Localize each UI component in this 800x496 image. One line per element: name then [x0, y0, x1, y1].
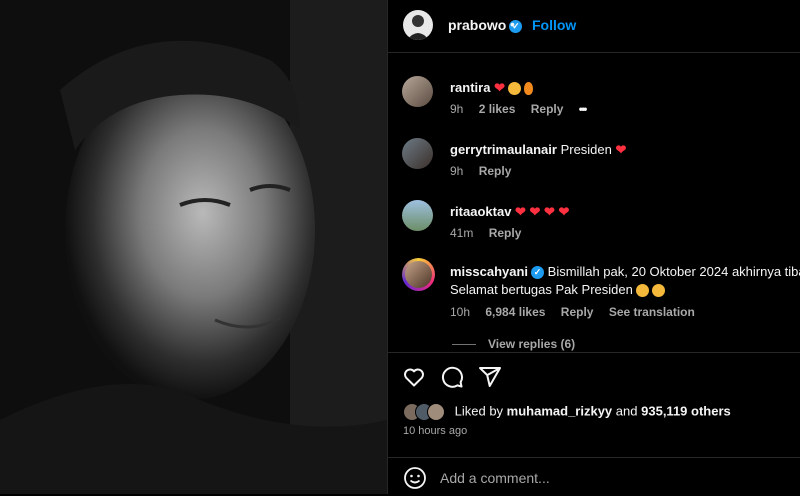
commenter-username[interactable]: misscahyani [450, 264, 528, 279]
reply-button[interactable]: Reply [531, 102, 564, 116]
commenter-avatar[interactable] [402, 200, 433, 231]
post-time: 10 hours ago [403, 425, 468, 437]
liked-by-label: Liked by [454, 403, 504, 419]
commenter-avatar[interactable] [402, 258, 435, 291]
comment-time: 9h [450, 102, 464, 116]
comment-time: 10h [450, 305, 471, 319]
smile-emoji [635, 284, 649, 298]
reply-button[interactable]: Reply [489, 226, 522, 240]
share-icon[interactable] [478, 365, 502, 389]
reply-button[interactable]: Reply [561, 305, 594, 319]
follow-button[interactable]: Follow [532, 17, 576, 33]
commenter-avatar[interactable] [402, 138, 433, 169]
commenter-username[interactable]: rantira [450, 80, 490, 95]
separator-dot: • [510, 16, 515, 32]
emoji-icon[interactable] [403, 466, 427, 490]
post-header: prabowo ✓ • Follow [388, 0, 800, 53]
more-options-icon[interactable]: ••• [579, 102, 587, 116]
author-avatar[interactable] [403, 10, 433, 40]
post-actions: Liked by muhamad_rizkyy and 935,119 othe… [388, 352, 800, 495]
heart-emoji: ❤ [494, 80, 505, 95]
smile-emoji [508, 82, 521, 96]
view-replies-button[interactable]: View replies (6) [452, 337, 575, 351]
comment-meta: 9h Reply [450, 164, 523, 178]
comment-body: ritaaoktav ❤ ❤ ❤ ❤ [450, 204, 569, 220]
replies-line [452, 344, 476, 346]
heart-emoji: ❤ ❤ ❤ ❤ [515, 204, 570, 219]
comment-likes[interactable]: 6,984 likes [485, 305, 545, 319]
heart-emoji: ❤ [615, 142, 627, 157]
liked-by-user[interactable]: muhamad_rizkyy [507, 403, 613, 418]
comment-body: gerrytrimaulanair Presiden ❤ [450, 142, 626, 158]
commenter-avatar[interactable] [402, 76, 433, 107]
reply-button[interactable]: Reply [479, 164, 512, 178]
comment-icon[interactable] [440, 365, 464, 389]
liked-others[interactable]: 935,119 others [641, 403, 731, 418]
comment-text: Presiden [560, 142, 612, 157]
verified-icon: ✓ [531, 266, 545, 280]
view-replies-label: View replies (6) [488, 337, 576, 351]
add-comment-input[interactable]: Add a comment... [440, 470, 550, 486]
commenter-username[interactable]: gerrytrimaulanair [450, 142, 557, 157]
fire-emoji [524, 82, 533, 96]
comment-body: misscahyani ✓ Bismillah pak, 20 Oktober 2… [450, 264, 800, 280]
see-translation-button[interactable]: See translation [609, 305, 695, 319]
comment-meta: 41m Reply [450, 226, 533, 240]
comment-meta: 10h 6,984 likes Reply See translation [450, 305, 707, 319]
commenter-username[interactable]: ritaaoktav [450, 204, 511, 219]
comments-panel: prabowo ✓ • Follow rantira ❤ 9h 2 likes R… [387, 0, 800, 494]
liked-and: and [615, 403, 638, 419]
comment-meta: 9h 2 likes Reply ••• [450, 102, 597, 116]
post-photo [0, 0, 387, 494]
comment-likes[interactable]: 2 likes [479, 102, 516, 116]
add-comment-bar: Add a comment... [388, 457, 800, 496]
comment-time: 41m [450, 226, 474, 240]
comment-body-line2: Selamat bertugas Pak Presiden [450, 282, 665, 298]
heart-icon[interactable] [402, 365, 426, 389]
smile-emoji [651, 284, 665, 298]
liker-avatars [403, 403, 445, 421]
comment-body: rantira ❤ [450, 80, 533, 96]
likes-summary: Liked by muhamad_rizkyy and 935,119 othe… [403, 403, 731, 421]
comment-time: 9h [450, 164, 464, 178]
comment-text: Bismillah pak, 20 Oktober 2024 akhirnya … [547, 264, 800, 279]
comment-text-line2: Selamat bertugas Pak Presiden [450, 282, 633, 297]
